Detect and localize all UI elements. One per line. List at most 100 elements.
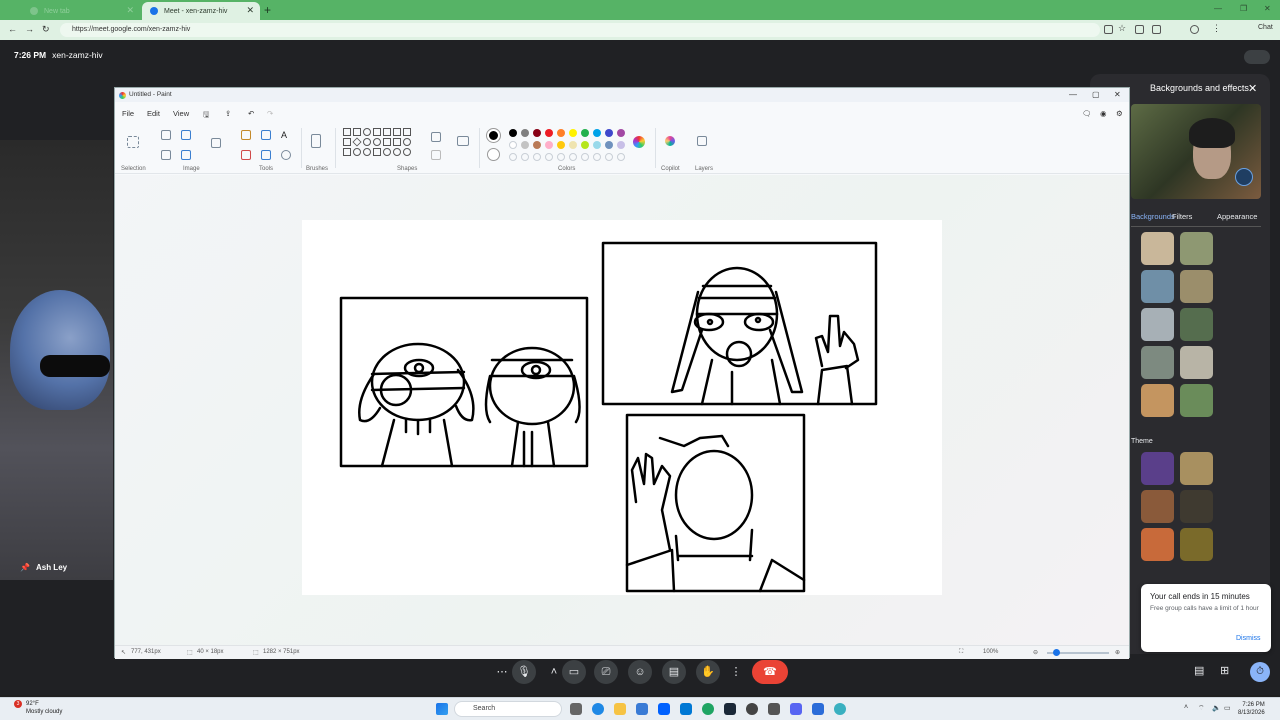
custom-color-slot[interactable] xyxy=(533,153,541,161)
shape-hexagon-icon[interactable] xyxy=(373,138,381,146)
color-swatch[interactable] xyxy=(581,141,589,149)
bookmark-star-icon[interactable]: ☆ xyxy=(1118,23,1126,34)
shape-oval-icon[interactable] xyxy=(363,128,371,136)
tab-appearance[interactable]: Appearance xyxy=(1217,212,1257,221)
shape-oval-callout-icon[interactable] xyxy=(383,148,391,156)
shape-fill-icon[interactable] xyxy=(431,150,441,160)
redo-icon[interactable]: ↷ xyxy=(267,109,273,118)
drawing-canvas[interactable] xyxy=(302,220,942,595)
shape-callout-icon[interactable] xyxy=(373,148,381,156)
maximize-icon[interactable]: ❐ xyxy=(1240,4,1247,13)
zoom-out-icon[interactable]: ⊖ xyxy=(1033,649,1038,656)
color-swatch[interactable] xyxy=(545,129,553,137)
camera-icon[interactable]: ▭ xyxy=(562,660,586,684)
color-swatch[interactable] xyxy=(593,141,601,149)
task-view-icon[interactable] xyxy=(570,703,582,715)
captions-icon[interactable]: ▤ xyxy=(662,660,686,684)
discord-icon[interactable] xyxy=(790,703,802,715)
reload-icon[interactable]: ↻ xyxy=(42,24,50,35)
save-icon[interactable]: 🖫 xyxy=(203,109,209,122)
close-effects-icon[interactable]: ✕ xyxy=(1248,82,1257,95)
new-tab-button[interactable]: + xyxy=(264,3,271,17)
edit-colors-icon[interactable] xyxy=(633,136,645,148)
dropbox-icon[interactable] xyxy=(658,703,670,715)
shape-up-arrow-icon[interactable] xyxy=(403,138,411,146)
color-swatch[interactable] xyxy=(569,129,577,137)
menu-file[interactable]: File xyxy=(122,109,134,118)
fill-icon[interactable] xyxy=(261,130,271,140)
app-icon[interactable] xyxy=(768,703,780,715)
file-explorer-icon[interactable] xyxy=(614,703,626,715)
theme-thumbnail[interactable] xyxy=(1180,490,1213,523)
back-icon[interactable]: ← xyxy=(8,24,17,34)
volume-icon[interactable]: 🔈 xyxy=(1212,704,1221,712)
minimize-icon[interactable]: — xyxy=(1069,90,1077,99)
color-swatch[interactable] xyxy=(557,129,565,137)
color-swatch[interactable] xyxy=(533,129,541,137)
shape-cloud-callout-icon[interactable] xyxy=(393,148,401,156)
shape-left-arrow-icon[interactable] xyxy=(393,138,401,146)
copilot-taskbar-icon[interactable] xyxy=(592,703,604,715)
app-icon[interactable] xyxy=(812,703,824,715)
paint-taskbar-icon[interactable] xyxy=(834,703,846,715)
line-size-icon[interactable] xyxy=(457,136,469,146)
participant-video-tile[interactable] xyxy=(0,140,113,580)
microphone-icon[interactable]: 🎙 xyxy=(512,660,536,684)
undo-icon[interactable]: ↶ xyxy=(248,109,254,118)
close-tab-icon[interactable]: ✕ xyxy=(126,5,134,16)
menu-view[interactable]: View xyxy=(173,109,189,118)
pin-icon[interactable]: 📌 xyxy=(20,563,30,572)
url-field[interactable]: https://meet.google.com/xen-zamz-hiv xyxy=(60,23,1100,37)
rotate-icon[interactable] xyxy=(181,150,191,160)
account-icon[interactable]: ◉ xyxy=(1100,109,1107,118)
primary-color[interactable] xyxy=(487,129,500,142)
color-swatch[interactable] xyxy=(593,129,601,137)
raise-hand-icon[interactable]: ✋ xyxy=(696,660,720,684)
color-swatch[interactable] xyxy=(533,141,541,149)
theme-thumbnail[interactable] xyxy=(1141,528,1174,561)
tab-meet[interactable]: Meet - xen-zamz-hiv ✕ xyxy=(142,2,260,20)
background-thumbnail[interactable] xyxy=(1141,346,1174,379)
emoji-reaction-icon[interactable]: ☺ xyxy=(628,660,652,684)
end-call-button[interactable]: ☎ xyxy=(752,660,788,684)
copilot-icon[interactable] xyxy=(665,136,675,146)
color-swatch[interactable] xyxy=(605,141,613,149)
zoom-in-icon[interactable]: ⊕ xyxy=(1115,649,1120,656)
shape-triangle-icon[interactable] xyxy=(403,128,411,136)
background-thumbnail[interactable] xyxy=(1141,384,1174,417)
share-icon[interactable]: ⇪ xyxy=(225,109,231,118)
mail-icon[interactable] xyxy=(680,703,692,715)
maximize-icon[interactable]: ▢ xyxy=(1092,90,1100,99)
custom-color-slot[interactable] xyxy=(581,153,589,161)
color-swatch[interactable] xyxy=(509,141,517,149)
custom-color-slot[interactable] xyxy=(557,153,565,161)
custom-color-slot[interactable] xyxy=(617,153,625,161)
effects-toggle-icon[interactable] xyxy=(1235,168,1253,186)
tray-overflow-icon[interactable]: ˄ xyxy=(1184,704,1188,711)
close-window-icon[interactable]: ✕ xyxy=(1114,90,1121,99)
menu-edit[interactable]: Edit xyxy=(147,109,160,118)
shape-pentagon-icon[interactable] xyxy=(363,138,371,146)
minimize-icon[interactable]: — xyxy=(1214,4,1222,13)
weather-widget[interactable]: 3 92°F Mostly cloudy xyxy=(14,700,62,716)
pencil-icon[interactable] xyxy=(241,130,251,140)
extensions-icon[interactable] xyxy=(1135,25,1144,34)
shape-right-triangle-icon[interactable] xyxy=(343,138,351,146)
network-icon[interactable]: ⌔ xyxy=(1198,704,1205,713)
obs-icon[interactable] xyxy=(746,703,758,715)
store-icon[interactable] xyxy=(636,703,648,715)
custom-color-slot[interactable] xyxy=(521,153,529,161)
background-thumbnail[interactable] xyxy=(1180,308,1213,341)
dismiss-button[interactable]: Dismiss xyxy=(1236,635,1261,642)
resize-icon[interactable] xyxy=(181,130,191,140)
shape-polygon-icon[interactable] xyxy=(393,128,401,136)
background-thumbnail[interactable] xyxy=(1141,270,1174,303)
activities-icon[interactable]: ⏱ xyxy=(1250,662,1270,682)
shape-star6-icon[interactable] xyxy=(363,148,371,156)
custom-color-slot[interactable] xyxy=(569,153,577,161)
color-swatch[interactable] xyxy=(581,129,589,137)
profile-icon[interactable] xyxy=(1190,25,1199,34)
color-swatch[interactable] xyxy=(557,141,565,149)
color-swatch[interactable] xyxy=(509,129,517,137)
shape-star-icon[interactable] xyxy=(353,148,361,156)
